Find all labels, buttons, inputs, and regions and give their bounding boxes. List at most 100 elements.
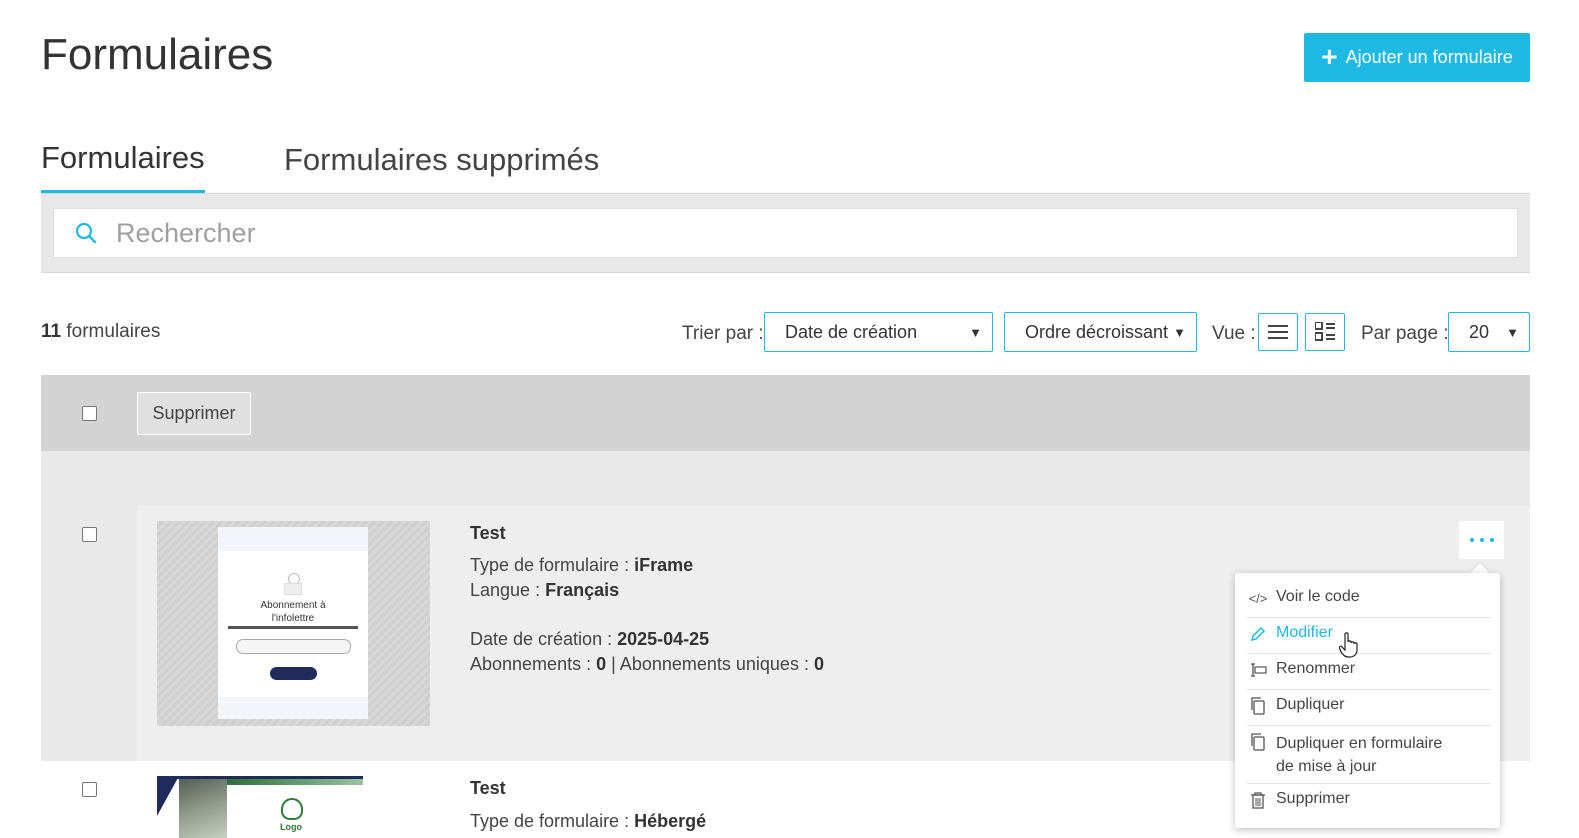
sort-field-select[interactable]: Date de création ▼ — [764, 312, 993, 352]
menu-item-label: Dupliquer — [1276, 696, 1345, 713]
tab-formulaires[interactable]: Formulaires — [41, 140, 205, 176]
search-input[interactable] — [114, 216, 1498, 250]
select-all-checkbox[interactable] — [82, 406, 97, 421]
actions-menu: </> Voir le code Modifier Renommer Dupli… — [1235, 573, 1500, 828]
menu-item-edit[interactable]: Modifier — [1247, 624, 1491, 644]
per-page-label: Par page : — [1361, 323, 1449, 344]
menu-item-duplicate-update[interactable]: Dupliquer en formulaire de mise à jour — [1247, 732, 1491, 778]
page-title: Formulaires — [41, 30, 274, 79]
menu-divider — [1247, 653, 1491, 654]
form-subscriptions: Abonnements : 0 | Abonnements uniques : … — [470, 652, 824, 677]
sort-order-select[interactable]: Ordre décroissant ▼ — [1004, 312, 1197, 352]
thumbnail-top-band — [218, 527, 368, 551]
more-actions-button[interactable] — [1459, 521, 1504, 559]
copy-icon — [1247, 696, 1269, 716]
trash-icon — [1247, 790, 1269, 810]
menu-item-label-line2: de mise à jour — [1276, 758, 1377, 775]
add-form-label: Ajouter un formulaire — [1345, 47, 1513, 67]
row-checkbox[interactable] — [82, 527, 97, 542]
menu-item-label: Renommer — [1276, 660, 1356, 677]
thumbnail-input — [236, 639, 351, 654]
form-title[interactable]: Test — [470, 523, 506, 544]
form-type-value: iFrame — [634, 555, 694, 575]
dot — [1479, 538, 1484, 542]
list-spacer — [41, 451, 1530, 506]
form-type: Type de formulaire : Hébergé — [470, 809, 706, 834]
menu-item-label: Supprimer — [1276, 790, 1350, 807]
thumbnail-button — [270, 667, 317, 680]
thumbnail-subtitle-text — [228, 626, 358, 629]
list-icon — [1268, 325, 1288, 339]
bulk-delete-button[interactable]: Supprimer — [137, 392, 251, 435]
list-view-button[interactable] — [1258, 313, 1298, 351]
menu-item-view-code[interactable]: </> Voir le code — [1247, 588, 1491, 608]
pencil-icon — [1247, 624, 1269, 644]
menu-item-delete[interactable]: Supprimer — [1247, 790, 1491, 810]
form-type: Type de formulaire : iFrame — [470, 553, 693, 578]
forms-count: 11 formulaires — [41, 321, 160, 343]
thumbnail-bottom-band — [218, 697, 368, 719]
row-checkbox-cell — [41, 506, 137, 761]
thumbnail-title-line2: l'infolettre — [271, 613, 315, 624]
thumbnail-card: Abonnement à l'infolettre — [218, 527, 368, 719]
form-language-value: Français — [545, 580, 620, 600]
search-icon — [75, 222, 97, 244]
subscriptions-label: Abonnements : — [470, 654, 592, 674]
row-checkbox[interactable] — [82, 782, 97, 797]
code-icon: </> — [1248, 590, 1268, 606]
view-label: Vue : — [1212, 323, 1256, 344]
menu-item-rename[interactable]: Renommer — [1247, 660, 1491, 680]
dropdown-arrow-icon: ▼ — [969, 325, 982, 340]
tab-formulaires-supprimes[interactable]: Formulaires supprimés — [284, 142, 599, 178]
menu-divider — [1247, 783, 1491, 784]
copy-icon — [1247, 732, 1269, 752]
form-language: Langue : Français — [470, 578, 619, 603]
plus-icon: + — [1321, 40, 1338, 72]
creation-date-value: 2025-04-25 — [617, 629, 710, 649]
thumbnail-green-band — [227, 779, 363, 785]
hand-cursor-icon — [1339, 632, 1358, 658]
menu-item-label: Dupliquer en formulaire de mise à jour — [1276, 732, 1442, 778]
form-type-label: Type de formulaire : — [470, 811, 630, 831]
sort-order-value: Ordre décroissant — [1025, 321, 1169, 342]
card-view-button[interactable] — [1305, 313, 1345, 351]
per-page-select[interactable]: 20 ▼ — [1448, 312, 1530, 352]
menu-divider — [1247, 617, 1491, 618]
thumbnail-title-line1: Abonnement à — [260, 600, 326, 611]
envelope-icon — [284, 583, 302, 595]
forms-count-number: 11 — [41, 321, 62, 342]
creation-date-label: Date de création : — [470, 629, 613, 649]
thumbnail-title: Abonnement à l'infolettre — [218, 599, 368, 625]
search-bar — [41, 193, 1530, 273]
unique-subscriptions-value: 0 — [813, 654, 824, 674]
menu-item-label-line1: Dupliquer en formulaire — [1276, 735, 1443, 752]
menu-item-duplicate[interactable]: Dupliquer — [1247, 696, 1491, 716]
thumbnail-corner-triangle — [157, 776, 179, 816]
sort-field-value: Date de création — [785, 321, 918, 342]
form-thumbnail[interactable]: Logo — [157, 776, 363, 838]
form-title[interactable]: Test — [470, 778, 506, 799]
rename-icon — [1247, 660, 1269, 680]
menu-item-label: Modifier — [1276, 624, 1333, 641]
form-language-label: Langue : — [470, 580, 541, 600]
form-creation-date: Date de création : 2025-04-25 — [470, 627, 709, 652]
dropdown-arrow-icon: ▼ — [1506, 325, 1519, 340]
unique-subscriptions-label: | Abonnements uniques : — [611, 654, 809, 674]
search-box — [53, 208, 1518, 258]
dropdown-arrow-icon: ▼ — [1173, 325, 1186, 340]
form-thumbnail[interactable]: Abonnement à l'infolettre — [157, 521, 430, 726]
subscriptions-value: 0 — [596, 654, 607, 674]
add-form-button[interactable]: + Ajouter un formulaire — [1304, 33, 1530, 82]
form-type-label: Type de formulaire : — [470, 555, 630, 575]
form-type-value: Hébergé — [634, 811, 707, 831]
menu-item-label: Voir le code — [1276, 588, 1360, 605]
grid-list-icon — [1315, 322, 1335, 341]
thumbnail-logo-text: Logo — [280, 822, 302, 832]
menu-divider — [1247, 725, 1491, 726]
forms-count-label: formulaires — [66, 321, 161, 342]
per-page-value: 20 — [1469, 321, 1490, 342]
menu-divider — [1247, 689, 1491, 690]
sort-label: Trier par : — [682, 323, 764, 344]
dot — [1489, 538, 1494, 542]
thumbnail-photo — [179, 776, 227, 838]
